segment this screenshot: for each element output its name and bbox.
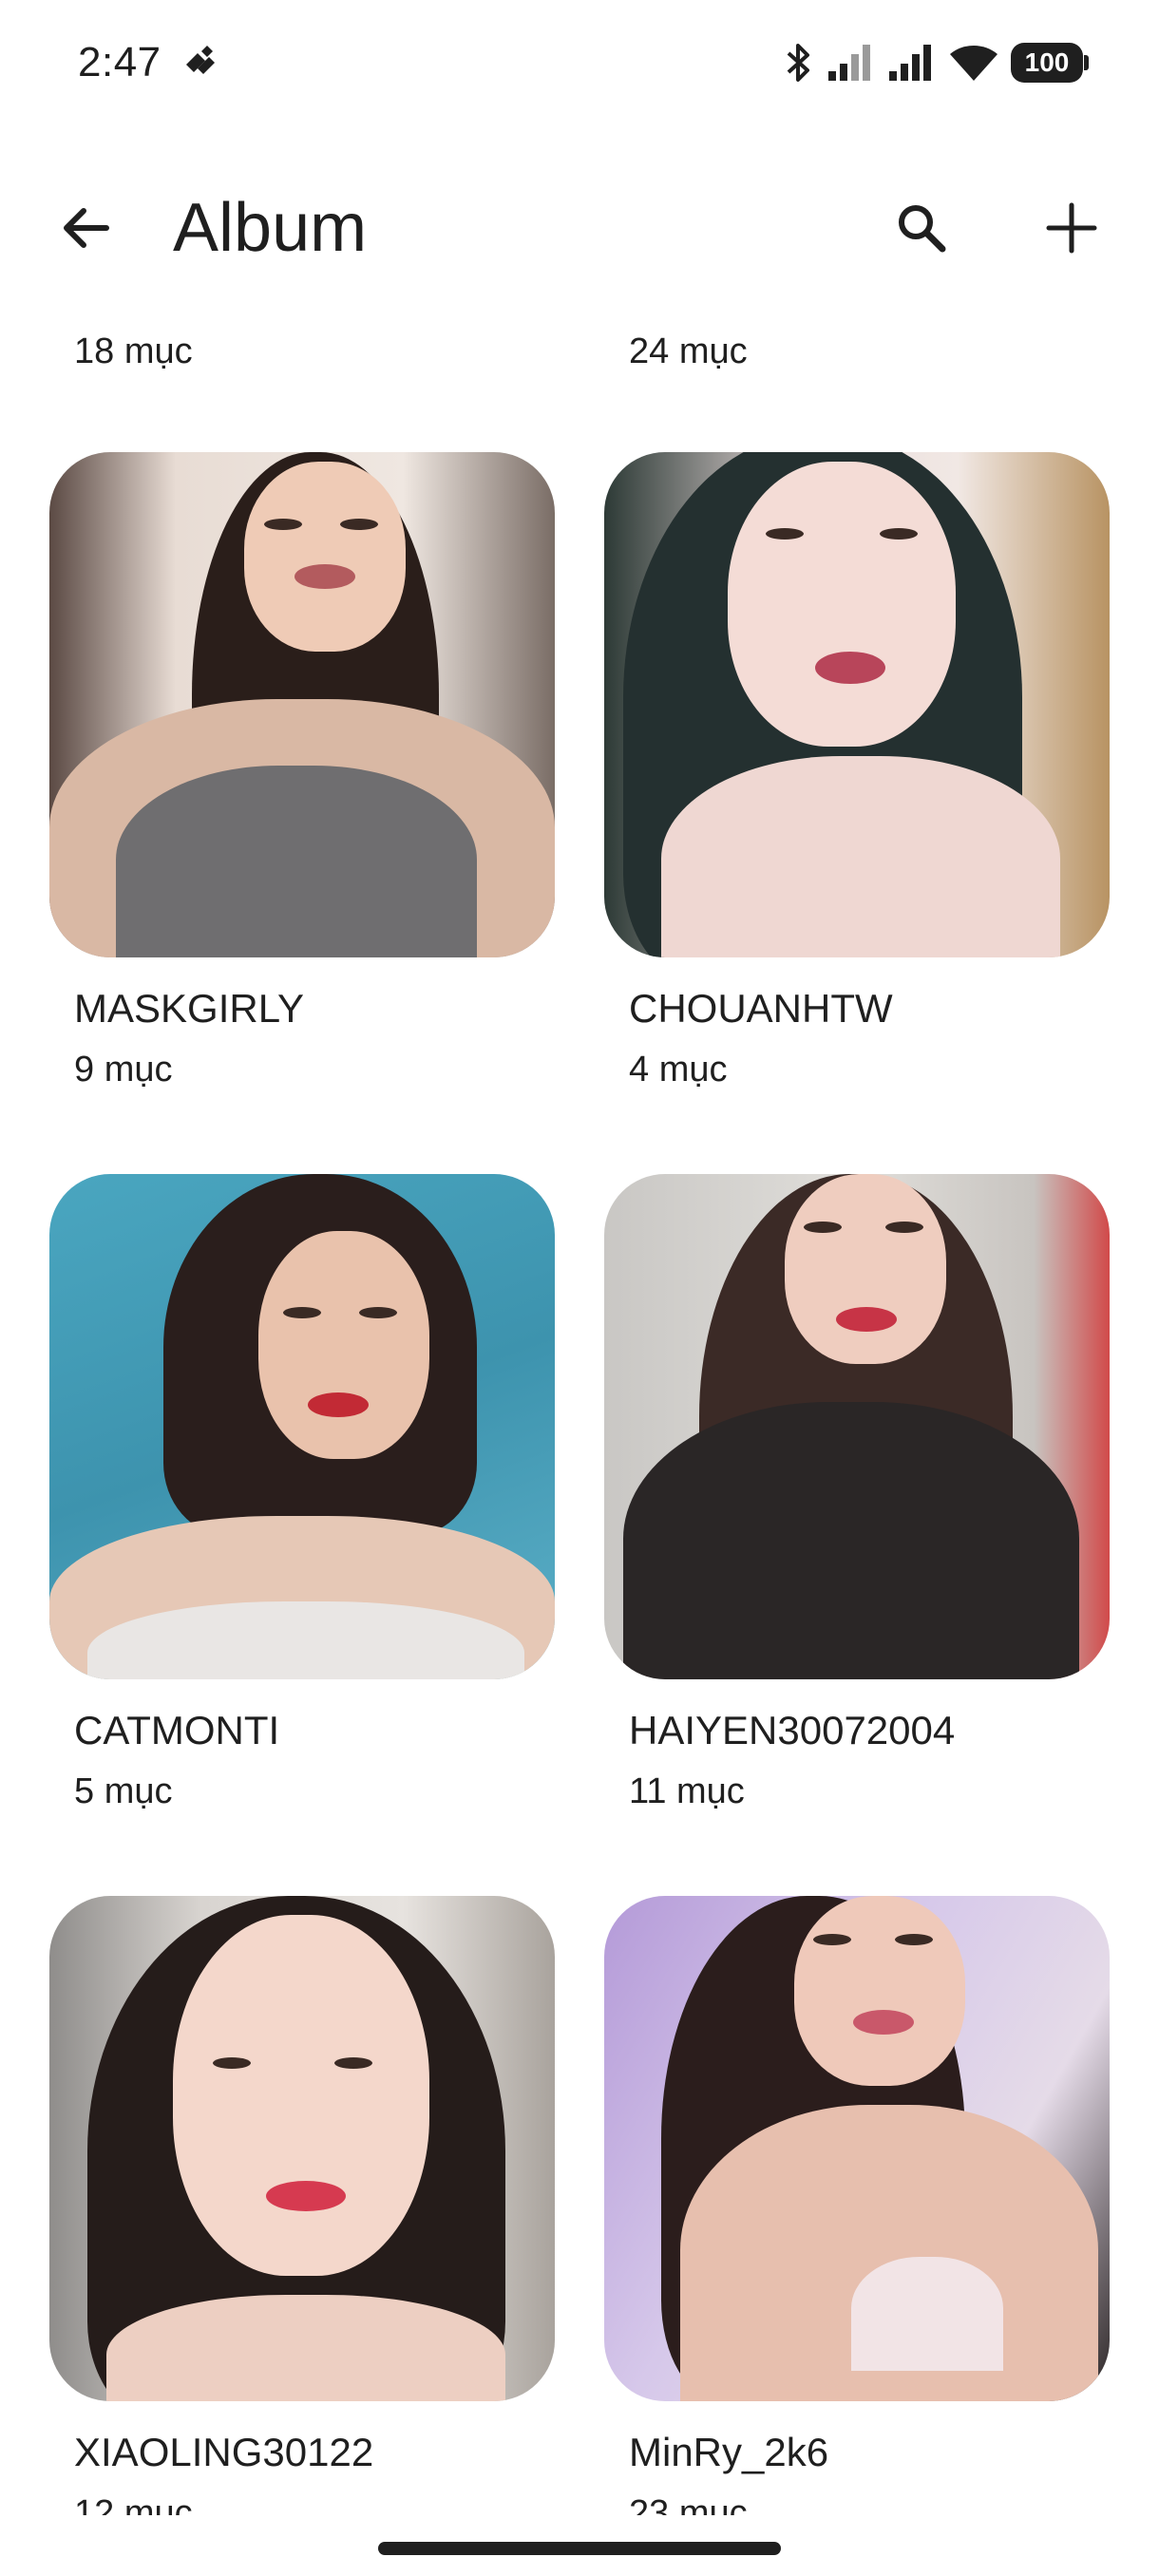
album-name: MinRy_2k6	[629, 2430, 829, 2474]
battery-level: 100	[1024, 47, 1070, 77]
search-button[interactable]	[885, 192, 958, 264]
wifi-icon	[950, 46, 998, 81]
album-name: CATMONTI	[74, 1708, 280, 1752]
arrow-back-icon	[64, 208, 109, 248]
bluetooth-icon	[787, 44, 809, 82]
album-count: 24 mục	[629, 331, 748, 371]
album-thumbnail[interactable]	[604, 1896, 1110, 2401]
album-name: CHOUANHTW	[629, 986, 893, 1031]
battery-icon: 100	[1011, 43, 1089, 83]
status-bar: 2:47 100	[0, 0, 1159, 123]
page-title: Album	[173, 190, 368, 266]
album-name: MASKGIRLY	[74, 986, 304, 1031]
back-button[interactable]	[49, 192, 122, 264]
album-thumbnail[interactable]	[49, 1174, 555, 1679]
plus-icon	[1046, 202, 1097, 254]
app-bar: Album	[0, 161, 1159, 294]
album-card[interactable]: MinRy_2k6 23 mục	[604, 1896, 1110, 2533]
signal-icon	[889, 45, 931, 81]
album-count: 18 mục	[74, 331, 193, 371]
status-time: 2:47	[78, 39, 162, 85]
album-thumbnail[interactable]	[49, 452, 555, 957]
album-thumbnail[interactable]	[604, 1174, 1110, 1679]
album-name: XIAOLING30122	[74, 2430, 374, 2474]
signal-icon	[828, 45, 870, 81]
album-count: 9 mục	[74, 1050, 173, 1089]
album-count: 5 mục	[74, 1771, 173, 1811]
home-indicator[interactable]	[378, 2542, 781, 2555]
album-thumbnail[interactable]	[49, 1896, 555, 2401]
album-card[interactable]: CHOUANHTW 4 mục	[604, 452, 1110, 1089]
album-name: HAIYEN30072004	[629, 1708, 956, 1752]
status-icons: 100	[783, 38, 1089, 87]
app-notification-icon	[186, 46, 215, 74]
add-album-button[interactable]	[1036, 192, 1108, 264]
album-count: 4 mục	[629, 1050, 728, 1089]
album-count: 11 mục	[629, 1771, 745, 1811]
search-icon	[899, 205, 946, 253]
album-card[interactable]: MASKGIRLY 9 mục	[49, 452, 555, 1089]
album-card[interactable]: CATMONTI 5 mục	[49, 1174, 555, 1811]
album-card[interactable]: XIAOLING30122 12 mục	[49, 1896, 555, 2533]
album-card[interactable]: HAIYEN30072004 11 mục	[604, 1174, 1110, 1811]
album-thumbnail[interactable]	[604, 452, 1110, 957]
